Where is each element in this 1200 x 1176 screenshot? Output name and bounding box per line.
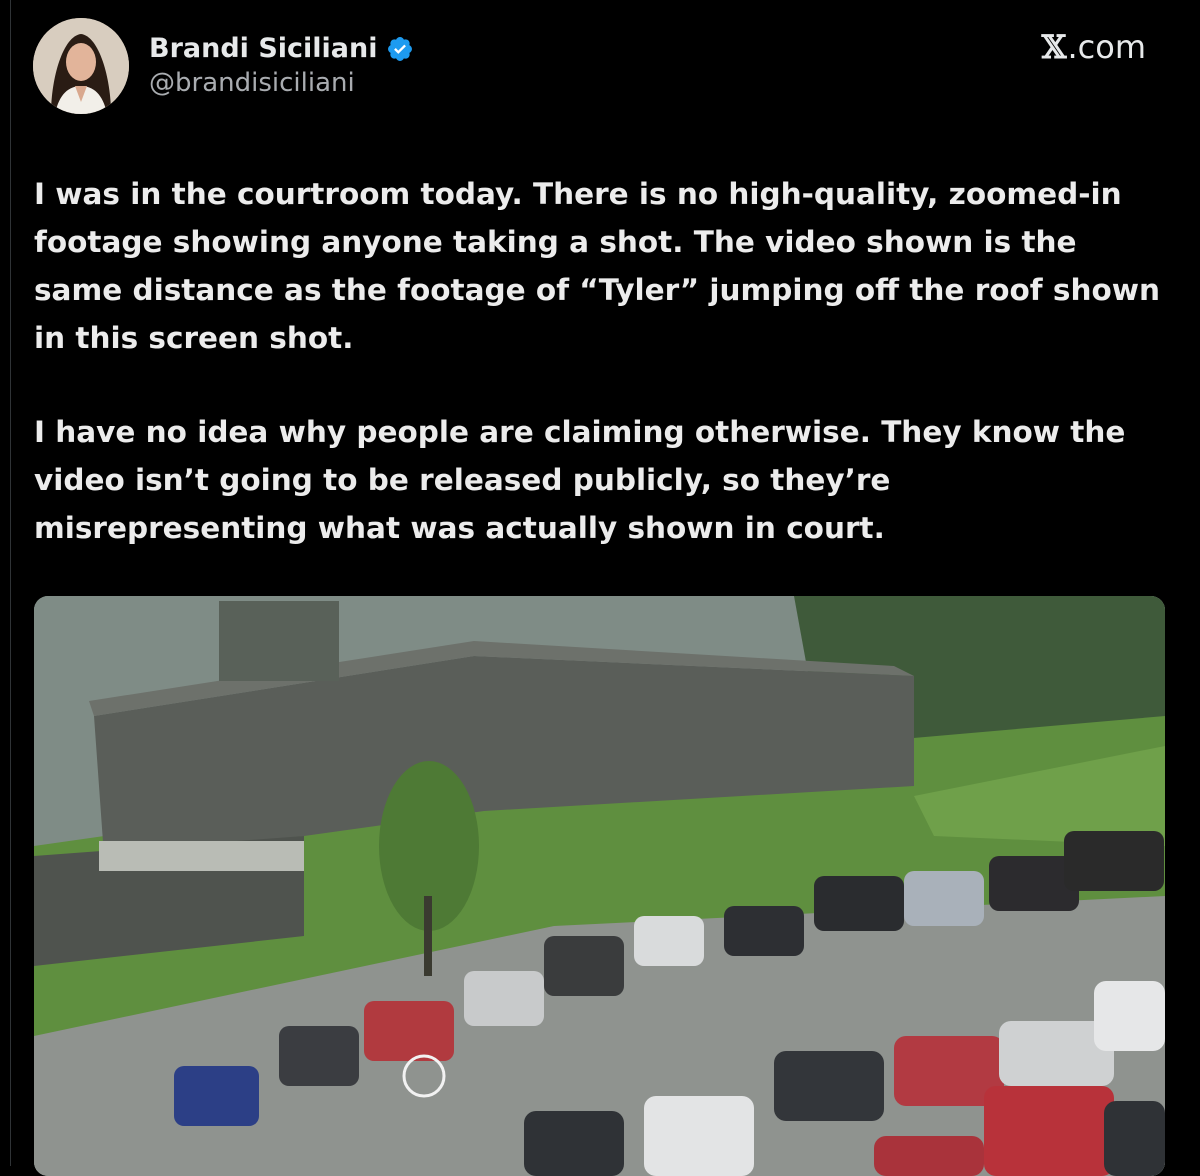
tweet-text: I was in the courtroom today. There is n…: [34, 170, 1174, 552]
author-identity: Brandi Siciliani @brandisiciliani: [149, 32, 414, 100]
site-domain: .com: [1067, 28, 1146, 66]
tweet-header: Brandi Siciliani @brandisiciliani: [33, 18, 414, 114]
x-logo-icon: 𝕏: [1041, 28, 1067, 66]
author-handle[interactable]: @brandisiciliani: [149, 66, 414, 100]
x-com-link[interactable]: 𝕏 .com: [1042, 28, 1146, 66]
verified-badge-icon: [386, 35, 414, 63]
tweet-media-image[interactable]: [34, 596, 1165, 1176]
name-row: Brandi Siciliani: [149, 32, 414, 66]
avatar[interactable]: [33, 18, 129, 114]
avatar-image: [33, 18, 129, 114]
tweet-paragraph-2: I have no idea why people are claiming o…: [34, 415, 1126, 545]
surveillance-photo: [34, 596, 1165, 1176]
author-display-name[interactable]: Brandi Siciliani: [149, 32, 378, 66]
tweet-card: Brandi Siciliani @brandisiciliani 𝕏 .com…: [10, 0, 1200, 1176]
tweet-paragraph-1: I was in the courtroom today. There is n…: [34, 177, 1160, 355]
